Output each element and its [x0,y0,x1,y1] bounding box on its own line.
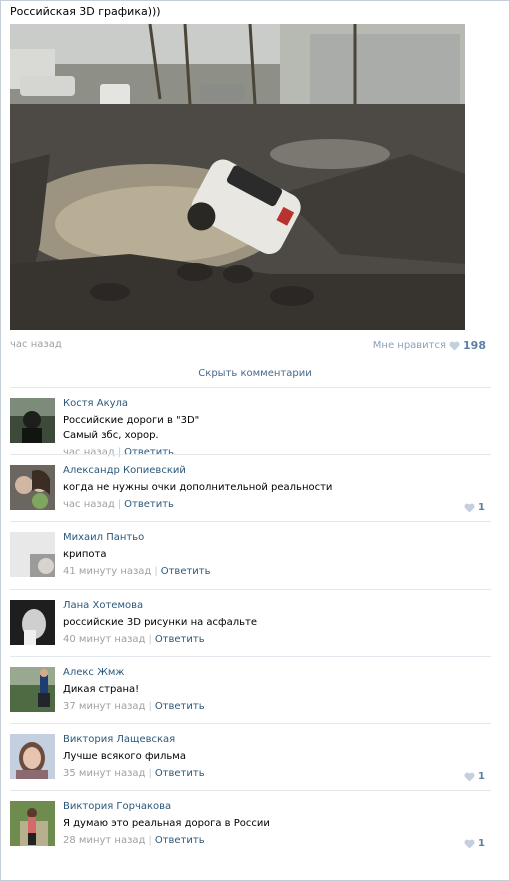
reply-link[interactable]: Ответить [161,566,211,577]
comment-time[interactable]: 35 минут назад [63,768,145,779]
heart-icon [464,503,475,512]
reply-link[interactable]: Ответить [155,634,205,645]
comment-like-button[interactable]: 1 [464,771,485,782]
meta-divider: | [148,835,152,846]
heart-icon [464,839,475,848]
comment-item: Виктория Горчакова Я думаю это реальная д… [10,791,491,858]
comment-time[interactable]: 28 минут назад [63,835,145,846]
post-like-button[interactable]: Мне нравится 198 [373,339,486,352]
comment-body: Лана Хотемова российские 3D рисунки на ас… [63,600,483,645]
comment-item: Костя Акула Российские дороги в "3D" Самый… [10,388,491,458]
meta-divider: | [117,499,122,510]
comment-text: крипота [63,549,107,560]
avatar[interactable] [10,667,55,712]
meta-divider: | [148,768,152,779]
comment-time[interactable]: 41 минуту назад [63,566,151,577]
post-title: Российская 3D графика))) [10,5,161,18]
comment-author[interactable]: Александр Копиевский [63,465,483,480]
avatar[interactable] [10,532,55,577]
avatar[interactable] [10,734,55,779]
comment-time[interactable]: 37 минут назад [63,701,145,712]
avatar[interactable] [10,801,55,846]
comment-author[interactable]: Костя Акула [63,398,483,413]
comment-text: Дикая страна! [63,684,140,695]
comment-meta: 37 минут назад | Ответить [63,701,483,712]
comment-like-count: 1 [478,502,485,513]
avatar[interactable] [10,465,55,510]
comment-text: когда не нужны очки дополнительной реаль… [63,482,333,493]
comment-author[interactable]: Виктория Лащевская [63,734,483,749]
reply-link[interactable]: Ответить [155,701,205,712]
comment-like-count: 1 [478,771,485,782]
comment-body: Виктория Лащевская Лучше всякого фильма 35… [63,734,483,779]
comment-author[interactable]: Лана Хотемова [63,600,483,615]
comment-body: Александр Копиевский когда не нужны очки … [63,465,483,510]
comment-item: Михаил Пантьо крипота 41 минуту назад | Отве… [10,522,491,589]
comment-body: Костя Акула Российские дороги в "3D" Самый… [63,398,483,458]
comment-meta: 40 минут назад | Ответить [63,634,483,645]
comment-body: Виктория Горчакова Я думаю это реальная д… [63,801,483,846]
comment-item: Лана Хотемова российские 3D рисунки на ас… [10,590,491,657]
comment-item: Алекс Жмж Дикая страна! 37 минут назад | Отв… [10,657,491,724]
comment-text: Я думаю это реальная дорога в России [63,818,270,829]
comment-author[interactable]: Виктория Горчакова [63,801,483,816]
avatar[interactable] [10,600,55,645]
like-label: Мне нравится [372,340,447,351]
post-footer: час назад Мне нравится 198 [10,339,486,353]
comment-meta: 28 минут назад | Ответить [63,835,483,846]
post-time[interactable]: час назад [10,339,62,350]
avatar[interactable] [10,398,55,443]
comment-time[interactable]: час назад [63,499,115,510]
comment-item: Виктория Лащевская Лучше всякого фильма 35… [10,724,491,791]
meta-divider: | [154,566,158,577]
comment-meta: час назад | Ответить [63,499,483,510]
comment-like-button[interactable]: 1 [464,838,485,849]
reply-link[interactable]: Ответить [155,768,205,779]
hide-comments-link[interactable]: Скрыть комментарии [0,368,510,379]
comment-meta: 35 минут назад | Ответить [63,768,483,779]
comment-like-count: 1 [478,838,485,849]
reply-link[interactable]: Ответить [155,835,205,846]
comment-body: Михаил Пантьо крипота 41 минуту назад | Отве… [63,532,483,577]
comment-author[interactable]: Михаил Пантьо [63,532,483,547]
heart-icon [464,772,475,781]
comment-meta: 41 минуту назад | Ответить [63,566,483,577]
comment-time[interactable]: 40 минут назад [63,634,145,645]
comment-text: Самый збс, хорор. [63,430,159,441]
comment-text: Российские дороги в "3D" [63,415,200,426]
like-count: 198 [463,339,486,352]
comment-text: российские 3D рисунки на асфальте [63,617,257,628]
heart-icon [449,341,460,350]
comment-item: Александр Копиевский когда не нужны очки … [10,455,491,522]
comment-text: Лучше всякого фильма [63,751,186,762]
comment-body: Алекс Жмж Дикая страна! 37 минут назад | Отв… [63,667,483,712]
comment-like-button[interactable]: 1 [464,502,485,513]
reply-link[interactable]: Ответить [124,499,174,510]
post-photo[interactable] [10,24,465,330]
meta-divider: | [148,634,152,645]
meta-divider: | [148,701,152,712]
comment-author[interactable]: Алекс Жмж [63,667,483,682]
